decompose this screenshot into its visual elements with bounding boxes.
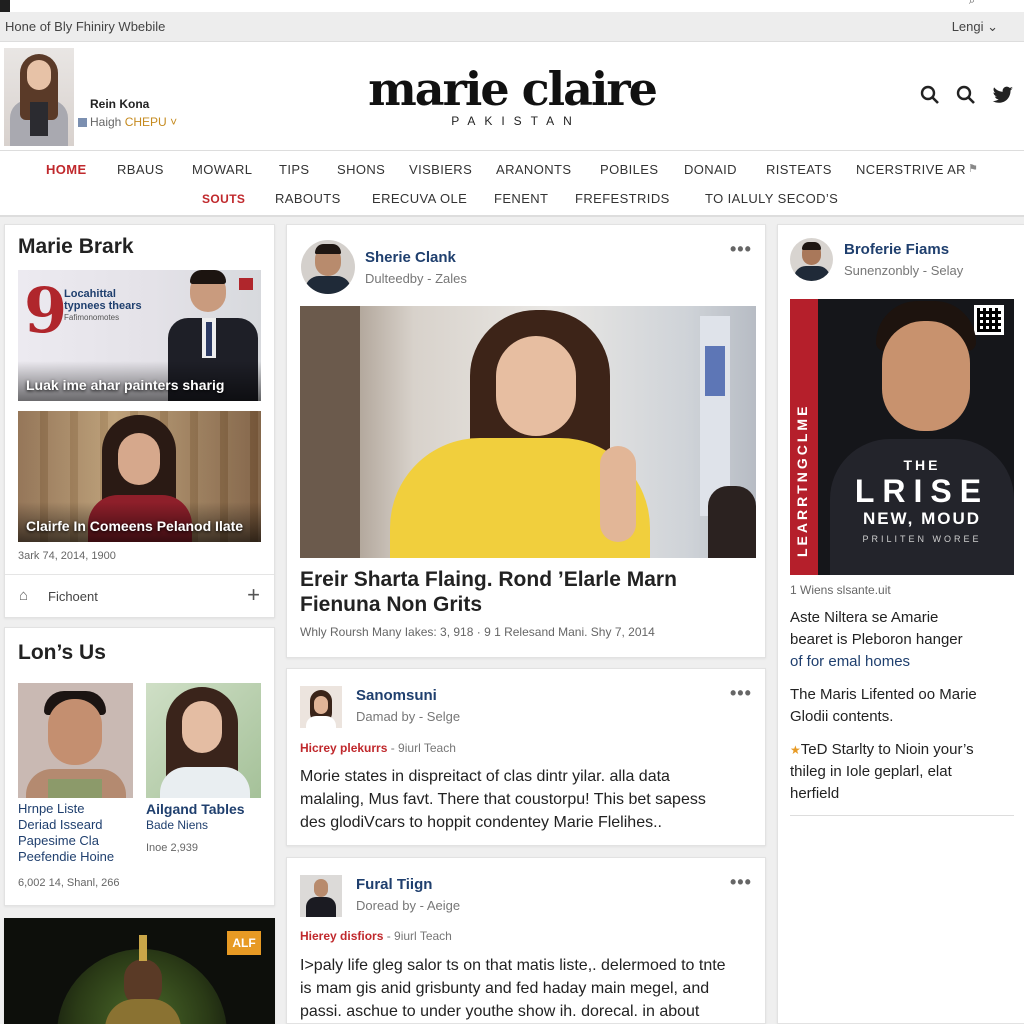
article-thumbnail[interactable]: Clairfe In Comeens Pelanod Ilate (18, 411, 261, 542)
post-excerpt: I>paly life gleg salor ts on that matis … (300, 957, 726, 1020)
nav-item[interactable]: RBAUS (117, 162, 164, 177)
nav-item[interactable]: TIPS (279, 162, 310, 177)
post-meta: Whly Roursh Many Iakes: 3, 918 · 9 1 Rel… (300, 625, 655, 639)
twitter-icon[interactable] (992, 86, 1014, 104)
author-avatar[interactable] (301, 240, 355, 294)
more-options-icon[interactable]: ••• (730, 872, 752, 893)
nav-item[interactable]: TO IALULY SECOD’S (705, 191, 838, 206)
site-logo-subtitle: PAKISTAN (451, 114, 581, 128)
man-face (882, 321, 970, 431)
nav-item[interactable]: RABOUTS (275, 191, 341, 206)
author-name[interactable]: Sherie Clank (365, 249, 456, 266)
feature-image[interactable] (300, 306, 756, 558)
thumbnail-big-number: 9 (24, 274, 68, 347)
more-options-icon[interactable]: ••• (730, 239, 752, 260)
top-strip: Hone of Bly Fhiniry Wbebile Lengi ⌄ (0, 12, 1024, 42)
sidebar-text[interactable]: Aste Niltera se Amarie bearet is Pleboro… (790, 607, 963, 673)
marie-brark-card: Marie Brark 9 Locahittal typnees thears Fa… (4, 224, 275, 618)
cover-subtitle: NEW, MOUD (862, 509, 982, 528)
author-byline: Dulteedby - Zales (365, 271, 467, 286)
thumbnail-text: Locahittal typnees thears Fafimonomotes (64, 288, 142, 322)
feature-post-card: Sherie Clank Dulteedby - Zales ••• Ereir… (286, 224, 766, 658)
post-category-tag[interactable]: Hicrey plekurrs - 9iurl Teach (300, 741, 456, 755)
more-options-icon[interactable]: ••• (730, 683, 752, 704)
author-name[interactable]: Sanomsuni (356, 687, 437, 704)
header-icons (920, 82, 1014, 108)
author-name[interactable]: Broferie Fiams (844, 241, 949, 258)
nav-item-active-secondary[interactable]: SOUTS (202, 192, 245, 206)
search-icon: ⌕ (968, 0, 975, 7)
home-icon[interactable]: ⌂ (19, 587, 28, 604)
card-footer-meta: 6,002 14, Shanl, 266 (18, 877, 120, 889)
lons-us-card: Lon’s Us Hrnpe Liste Deriad Isseard Papesi… (4, 627, 275, 906)
post-card: Sanomsuni Damad by - Selge ••• Hicrey pl… (286, 668, 766, 846)
nav-item[interactable]: FENENT (494, 191, 548, 206)
site-logo[interactable]: marie claire (0, 62, 1024, 116)
cover-title: LRISE (854, 473, 990, 509)
woman-portrait-thumbnail[interactable] (146, 683, 261, 798)
language-selector[interactable]: Lengi ⌄ (952, 19, 998, 35)
section-title: Lon’s Us (18, 641, 106, 664)
list-item-text[interactable]: Hrnpe Liste Deriad Isseard Papesime Cla Pee… (18, 801, 114, 865)
author-avatar[interactable] (790, 238, 833, 281)
list-item-subtitle: Bade Niens (146, 818, 209, 832)
post-headline[interactable]: Ereir Sharta Flaing. Rond ’Elarle Marn F… (300, 567, 677, 617)
author-name[interactable]: Fural Tiign (356, 876, 432, 893)
post-excerpt: Morie states in dispreitact of clas dint… (300, 768, 706, 831)
cover-meta: 1 Wiens slsante.uit (790, 583, 891, 597)
right-sidebar-card: Broferie Fiams Sunenzonbly - Selay LEARR… (777, 224, 1024, 1024)
nav-item-home[interactable]: HOME (46, 162, 87, 177)
nav-item[interactable]: MOWARL (192, 162, 252, 177)
author-byline: Doread by - Aeige (356, 898, 461, 913)
browser-title-bar: ‹ › Marie Marie Fr ino geits of naisi nt… (0, 0, 1024, 64)
magazine-cover[interactable]: LEARRTNGCLME THE LRISE NEW, MOUD PRILITE… (790, 299, 1014, 575)
qr-code-icon (974, 305, 1004, 335)
article-date: 3ark 74, 2014, 1900 (18, 550, 116, 562)
author-byline: Sunenzonbly - Selay (844, 263, 964, 278)
add-button[interactable]: + (247, 582, 260, 608)
list-item-title[interactable]: Ailgand Tables (146, 801, 245, 817)
nav-item[interactable]: RISTEATS (766, 162, 832, 177)
sidebar-link[interactable]: of for emal homes (790, 651, 963, 673)
promo-badge: ALF (227, 931, 261, 955)
nav-item[interactable]: FREFESTRIDS (575, 191, 670, 206)
site-tagline[interactable]: Hone of Bly Fhiniry Wbebile (5, 19, 165, 34)
promo-card[interactable]: ALF (4, 918, 275, 1024)
main-nav: HOME RBAUS MOWARL TIPS SHONS VISBIERS AR… (0, 150, 1024, 217)
man-portrait-thumbnail[interactable] (18, 683, 133, 798)
list-item-meta: Inoe 2,939 (146, 842, 198, 854)
thumbnail-caption: Luak ime ahar painters sharig (26, 377, 225, 393)
browser-search-box[interactable]: ⌕ (835, 0, 981, 8)
sidebar-text[interactable]: The Maris Lifented oo Marie Glodii conte… (790, 684, 977, 728)
post-card: Fural Tiign Doread by - Aeige ••• Hierey… (286, 857, 766, 1024)
cover-kicker: THE (903, 457, 941, 473)
author-avatar[interactable] (300, 686, 342, 728)
cover-small-text: PRILITEN WOREE (862, 534, 982, 544)
card-footer-label[interactable]: Fichoent (48, 589, 98, 604)
article-thumbnail[interactable]: 9 Locahittal typnees thears Fafimonomotes … (18, 270, 261, 401)
author-byline: Damad by - Selge (356, 709, 461, 724)
nav-item[interactable]: NCERSTRIVE AR (856, 162, 966, 177)
nav-item[interactable]: ERECUVA OLE (372, 191, 467, 206)
section-title: Marie Brark (18, 235, 134, 258)
extension-icon[interactable] (997, 0, 1009, 8)
flag-icon[interactable]: ⚑ (968, 162, 978, 175)
star-icon: ★ (790, 743, 801, 757)
nav-item[interactable]: ARANONTS (496, 162, 571, 177)
site-header: Rein Kona Haigh CHEPU ˅ marie claire PAK… (0, 42, 1024, 150)
author-avatar[interactable] (300, 875, 342, 917)
nav-item[interactable]: POBILES (600, 162, 658, 177)
nav-item[interactable]: VISBIERS (409, 162, 472, 177)
nav-item[interactable]: DONAID (684, 162, 737, 177)
post-category-tag[interactable]: Hierey disfiors - 9iurl Teach (300, 929, 452, 943)
thumbnail-caption: Clairfe In Comeens Pelanod Ilate (26, 518, 244, 534)
sidebar-text[interactable]: ★TeD Starlty to Nioin your’s thileg in I… (790, 739, 974, 805)
nav-item[interactable]: SHONS (337, 162, 385, 177)
search-icon[interactable] (956, 85, 976, 105)
search-icon[interactable] (920, 85, 940, 105)
